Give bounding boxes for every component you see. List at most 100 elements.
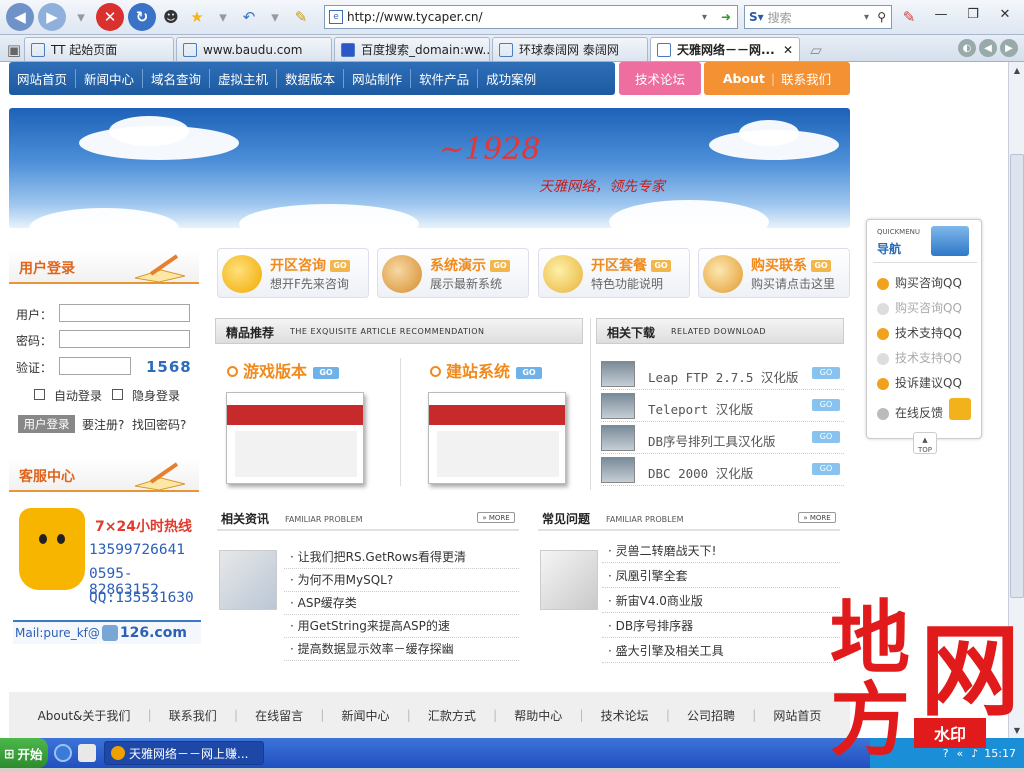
tab-list-icon[interactable]: ◐ xyxy=(958,39,976,57)
faq-item[interactable]: · 灵兽二转磨战天下! xyxy=(602,540,840,563)
favorites-dropdown-icon[interactable]: ▾ xyxy=(212,6,234,28)
footer-news[interactable]: 新闻中心 xyxy=(342,707,390,724)
footer-payment[interactable]: 汇款方式 xyxy=(428,707,476,724)
history-dropdown-icon[interactable]: ▾ xyxy=(70,6,92,28)
nav-cases[interactable]: 成功案例 xyxy=(478,69,544,88)
hidden-login-checkbox[interactable] xyxy=(112,389,123,400)
nav-home[interactable]: 网站首页 xyxy=(9,69,77,88)
password-input[interactable] xyxy=(59,330,190,348)
product-game-title[interactable]: 游戏版本 GO xyxy=(227,358,340,382)
undo-icon[interactable]: ↶ xyxy=(238,6,260,28)
qq-purchase-1[interactable]: 购买咨询QQ xyxy=(877,274,962,291)
faq-more-button[interactable]: » MORE xyxy=(798,512,836,523)
nav-news[interactable]: 新闻中心 xyxy=(76,69,144,88)
news-item[interactable]: · ASP缓存类 xyxy=(284,592,519,615)
tab-tianya-active[interactable]: 天雅网络－－网... ✕ xyxy=(650,37,800,61)
favorites-star-icon[interactable]: ★ xyxy=(186,6,208,28)
nav-hosting[interactable]: 虚拟主机 xyxy=(210,69,278,88)
register-link[interactable]: 要注册? xyxy=(82,416,124,433)
new-tab-icon[interactable]: ▱ xyxy=(806,39,826,61)
search-box[interactable]: S▾ 搜索 ▾ ⚲ xyxy=(744,5,892,29)
download-item[interactable]: DBC 2000 汉化版 GO xyxy=(601,456,844,486)
address-bar[interactable]: e http://www.tycaper.cn/ ▾ ➜ xyxy=(324,5,738,29)
tab-start-page[interactable]: TT 起始页面 xyxy=(24,37,174,61)
stop-button[interactable]: ✕ xyxy=(96,3,124,31)
taskbar-browser-task[interactable]: 天雅网络－－网上赚... xyxy=(104,741,264,765)
footer-jobs[interactable]: 公司招聘 xyxy=(687,707,735,724)
start-button[interactable]: ⊞ 开始 xyxy=(0,738,48,768)
scroll-up-arrow-icon[interactable]: ▲ xyxy=(1009,62,1024,78)
verify-input[interactable] xyxy=(59,357,131,375)
magnifier-icon[interactable]: ⚲ xyxy=(877,10,886,24)
auto-login-checkbox[interactable] xyxy=(34,389,45,400)
qq-support-2[interactable]: 技术支持QQ xyxy=(877,349,962,366)
nav-domain[interactable]: 域名查询 xyxy=(143,69,211,88)
back-button[interactable]: ◀ xyxy=(6,3,34,31)
news-item[interactable]: · 为何不用MySQL? xyxy=(284,569,519,592)
user-icon[interactable]: ☻ xyxy=(160,6,182,28)
footer-help[interactable]: 帮助中心 xyxy=(514,707,562,724)
tabs-overview-icon[interactable]: ▣ xyxy=(4,39,24,61)
scroll-thumb[interactable] xyxy=(1010,154,1024,598)
search-engine-icon[interactable]: S▾ xyxy=(749,10,764,24)
close-window-button[interactable]: ✕ xyxy=(990,0,1020,28)
news-item[interactable]: · 让我们把RS.GetRows看得更清 xyxy=(284,546,519,569)
download-item[interactable]: Teleport 汉化版 GO xyxy=(601,392,844,422)
nav-software[interactable]: 软件产品 xyxy=(411,69,479,88)
restore-button[interactable]: ❐ xyxy=(958,0,988,28)
download-name: Leap FTP 2.7.5 汉化版 xyxy=(648,370,799,385)
go-arrow-icon[interactable]: ➜ xyxy=(721,10,731,24)
forgot-password-link[interactable]: 找回密码? xyxy=(132,416,186,433)
product-site-screenshot[interactable] xyxy=(428,392,566,484)
close-tab-icon[interactable]: ✕ xyxy=(783,43,793,57)
desktop-quicklaunch-icon[interactable] xyxy=(78,744,96,762)
login-button[interactable]: 用户登录 xyxy=(18,415,75,433)
download-item[interactable]: DB序号排列工具汉化版 GO xyxy=(601,424,844,454)
quick-consult[interactable]: 开区咨询 GO 想开F先来咨询 xyxy=(217,248,369,298)
faq-item[interactable]: · 新宙V4.0商业版 xyxy=(602,590,840,613)
forum-button[interactable]: 技术论坛 xyxy=(619,62,701,95)
footer-contact[interactable]: 联系我们 xyxy=(169,707,217,724)
faq-item[interactable]: · 凤凰引擎全套 xyxy=(602,565,840,588)
quick-package[interactable]: 开区套餐 GO 特色功能说明 xyxy=(538,248,690,298)
pen-tool-icon[interactable]: ✎ xyxy=(898,6,920,28)
qq-complaint[interactable]: 投诉建议QQ xyxy=(877,374,962,391)
news-more-button[interactable]: » MORE xyxy=(477,512,515,523)
divider: | xyxy=(406,708,411,722)
online-feedback[interactable]: 在线反馈 xyxy=(877,404,943,421)
username-input[interactable] xyxy=(59,304,190,322)
product-game-screenshot[interactable] xyxy=(226,392,364,484)
search-dropdown-icon[interactable]: ▾ xyxy=(864,12,869,23)
footer-guestbook[interactable]: 在线留言 xyxy=(255,707,303,724)
ie-quicklaunch-icon[interactable] xyxy=(54,744,72,762)
news-item[interactable]: · 提高数据显示效率－缓存探幽 xyxy=(284,638,519,661)
tab-baudu[interactable]: www.baudu.com xyxy=(176,37,332,61)
footer-forum[interactable]: 技术论坛 xyxy=(601,707,649,724)
footer-about[interactable]: About&关于我们 xyxy=(38,707,131,724)
download-thumbnail xyxy=(601,425,635,451)
faq-item[interactable]: · DB序号排序器 xyxy=(602,615,840,638)
quick-demo[interactable]: 系统演示 GO 展示最新系统 xyxy=(377,248,529,298)
about-contact-button[interactable]: About | 联系我们 xyxy=(704,62,850,95)
nav-data-version[interactable]: 数据版本 xyxy=(277,69,345,88)
undo-dropdown-icon[interactable]: ▾ xyxy=(264,6,286,28)
minimize-button[interactable]: — xyxy=(926,0,956,28)
tab-next-icon[interactable]: ▶ xyxy=(1000,39,1018,57)
download-item[interactable]: Leap FTP 2.7.5 汉化版 GO xyxy=(601,360,844,390)
footer-home[interactable]: 网站首页 xyxy=(773,707,821,724)
faq-item[interactable]: · 盛大引擎及相关工具 xyxy=(602,640,840,663)
quick-purchase[interactable]: 购买联系 GO 购买请点击这里 xyxy=(698,248,850,298)
qq-support-1[interactable]: 技术支持QQ xyxy=(877,324,962,341)
tab-prev-icon[interactable]: ◀ xyxy=(979,39,997,57)
product-site-title[interactable]: 建站系统 GO xyxy=(430,358,543,382)
news-item[interactable]: · 用GetString来提高ASP的速 xyxy=(284,615,519,638)
back-to-top-button[interactable]: ▲ TOP xyxy=(913,432,937,454)
tab-huanqiu[interactable]: 环球泰阔网 泰阔网 xyxy=(492,37,648,61)
qq-purchase-2[interactable]: 购买咨询QQ xyxy=(877,299,962,316)
refresh-button[interactable]: ↻ xyxy=(128,3,156,31)
address-dropdown-icon[interactable]: ▾ xyxy=(702,12,707,23)
forward-button[interactable]: ▶ xyxy=(38,3,66,31)
nav-web-design[interactable]: 网站制作 xyxy=(344,69,412,88)
clean-brush-icon[interactable]: ✎ xyxy=(290,6,312,28)
tab-baidu-search[interactable]: 百度搜索_domain:ww... xyxy=(334,37,490,61)
